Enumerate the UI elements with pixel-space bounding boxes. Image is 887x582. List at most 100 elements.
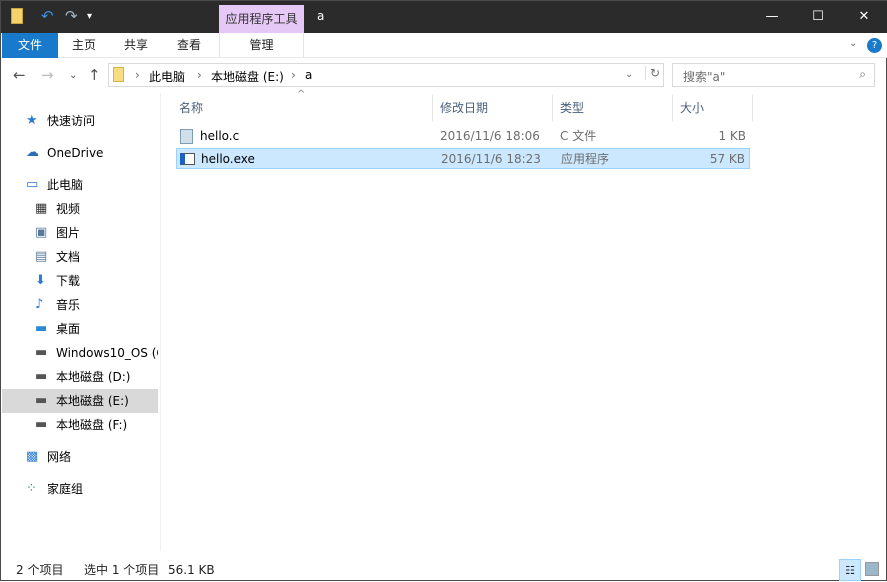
redo-icon[interactable]: ↷ xyxy=(65,7,78,25)
video-icon: ▦ xyxy=(35,201,48,216)
large-icons-view-icon[interactable] xyxy=(865,562,879,576)
up-icon[interactable]: ↑ xyxy=(88,66,101,84)
sidebar-item[interactable]: ⬇ 下载 xyxy=(2,269,158,293)
window-title: a xyxy=(317,9,325,23)
file-date: 2016/11/6 18:23 xyxy=(441,152,541,166)
maximize-button[interactable]: ☐ xyxy=(795,1,841,33)
computer-icon: ▭ xyxy=(26,177,39,192)
explorer-window: ↶ ↷ ▾ 应用程序工具 a — ☐ ✕ 文件 主页 共享 查看 管理 ⌄ ? … xyxy=(0,0,887,581)
title-bar: ↶ ↷ ▾ 应用程序工具 a — ☐ ✕ xyxy=(1,1,887,33)
sidebar-item[interactable]: ⁘ 家庭组 xyxy=(2,477,158,501)
text-file-icon xyxy=(180,129,193,144)
selection-count: 选中 1 个项目 xyxy=(84,563,160,577)
exe-file-icon xyxy=(180,153,195,165)
address-dropdown-icon[interactable]: ⌄ xyxy=(625,69,633,80)
sidebar-item-label: OneDrive xyxy=(47,146,104,160)
column-header-name[interactable]: 名称 xyxy=(175,95,433,121)
breadcrumb-this-pc[interactable]: 此电脑 xyxy=(149,68,185,85)
column-header-size[interactable]: 大小 xyxy=(676,95,753,121)
tab-file[interactable]: 文件 xyxy=(2,33,58,58)
column-header-date[interactable]: 修改日期 xyxy=(436,95,553,121)
desktop-icon: ▬ xyxy=(35,321,48,336)
sidebar-item-label: 音乐 xyxy=(56,298,81,312)
sidebar-item-label: 下载 xyxy=(56,274,81,288)
search-icon: ⌕ xyxy=(859,67,866,81)
drive-icon: ▬ xyxy=(35,345,48,360)
document-icon: ▤ xyxy=(35,249,48,264)
drive-icon: ▬ xyxy=(35,369,48,384)
sidebar-item-label: 本地磁盘 (F:) xyxy=(56,418,128,432)
file-size: 57 KB xyxy=(709,152,745,166)
file-row[interactable]: hello.exe 2016/11/6 18:23 应用程序 57 KB xyxy=(176,148,750,169)
file-size: 1 KB xyxy=(718,129,746,143)
context-tab-app-tools: 应用程序工具 xyxy=(219,5,304,33)
navigation-pane: ★ 快速访问 ☁ OneDrive ▭ 此电脑 ▦ 视频 ▣ 图片 ▤ 文档 ⬇ 下载 ♪ 音乐 ▬ 桌面 ▬ Win… xyxy=(1,93,161,551)
drive-icon: ▬ xyxy=(35,393,48,408)
file-date: 2016/11/6 18:06 xyxy=(440,129,540,143)
sidebar-item[interactable]: ▭ 此电脑 xyxy=(2,173,158,197)
selection-size: 56.1 KB xyxy=(168,563,215,577)
forward-icon[interactable]: → xyxy=(41,66,54,84)
recent-locations-icon[interactable]: ⌄ xyxy=(69,70,77,81)
help-icon[interactable]: ? xyxy=(867,38,882,53)
tab-view[interactable]: 查看 xyxy=(166,33,212,58)
item-count: 2 个项目 xyxy=(16,563,64,577)
sidebar-item-label: 文档 xyxy=(56,250,81,264)
sidebar-item-label: 本地磁盘 (E:) xyxy=(56,394,129,408)
file-name: hello.exe xyxy=(201,152,255,166)
music-icon: ♪ xyxy=(35,297,44,312)
cloud-icon: ☁ xyxy=(26,145,39,160)
customize-quick-access-icon[interactable]: ▾ xyxy=(87,11,92,22)
sidebar-item[interactable]: ▬ 桌面 xyxy=(2,317,158,341)
address-bar[interactable]: › 此电脑 › 本地磁盘 (E:) › a ⌄ ↻ xyxy=(108,63,664,87)
sidebar-item-label: 网络 xyxy=(47,450,72,464)
picture-icon: ▣ xyxy=(35,225,48,240)
sidebar-item[interactable]: ▬ 本地磁盘 (D:) xyxy=(2,365,158,389)
download-icon: ⬇ xyxy=(35,273,46,288)
status-bar: 2 个项目 选中 1 个项目 56.1 KB ☷ xyxy=(1,559,887,581)
sidebar-item[interactable]: ▬ 本地磁盘 (F:) xyxy=(2,413,158,437)
network-icon: ▩ xyxy=(26,449,39,464)
sidebar-item[interactable]: ♪ 音乐 xyxy=(2,293,158,317)
breadcrumb-drive-e[interactable]: 本地磁盘 (E:) xyxy=(211,68,284,85)
sidebar-item-label: 此电脑 xyxy=(47,178,84,192)
folder-icon xyxy=(11,8,23,24)
sidebar-item-label: 视频 xyxy=(56,202,81,216)
close-button[interactable]: ✕ xyxy=(841,1,887,33)
search-input[interactable]: 搜索"a" ⌕ xyxy=(672,63,875,87)
breadcrumb-a[interactable]: a xyxy=(305,68,312,82)
expand-ribbon-icon[interactable]: ⌄ xyxy=(849,38,857,49)
sidebar-item[interactable]: ▬ 本地磁盘 (E:) xyxy=(2,389,158,413)
undo-icon[interactable]: ↶ xyxy=(41,7,54,25)
details-view-icon[interactable]: ☷ xyxy=(839,559,861,581)
star-icon: ★ xyxy=(26,113,38,128)
sidebar-item[interactable]: ☁ OneDrive xyxy=(2,141,158,165)
tab-home[interactable]: 主页 xyxy=(61,33,107,58)
sidebar-item-label: 家庭组 xyxy=(47,482,84,496)
sidebar-item[interactable]: ▤ 文档 xyxy=(2,245,158,269)
sidebar-item[interactable]: ▦ 视频 xyxy=(2,197,158,221)
tab-manage[interactable]: 管理 xyxy=(219,33,304,58)
search-placeholder: 搜索"a" xyxy=(683,70,726,84)
drive-icon: ▬ xyxy=(35,417,48,432)
file-type: 应用程序 xyxy=(561,152,610,166)
sidebar-item-label: 桌面 xyxy=(56,322,81,336)
refresh-icon[interactable]: ↻ xyxy=(645,66,660,80)
sidebar-item[interactable]: ★ 快速访问 xyxy=(2,109,158,133)
sidebar-item-label: 快速访问 xyxy=(47,114,96,128)
ribbon-tabs: 文件 主页 共享 查看 管理 ⌄ ? xyxy=(1,33,887,58)
sidebar-item-label: 本地磁盘 (D:) xyxy=(56,370,131,384)
folder-icon xyxy=(113,67,124,82)
file-name: hello.c xyxy=(200,129,240,143)
sidebar-item[interactable]: ▩ 网络 xyxy=(2,445,158,469)
minimize-button[interactable]: — xyxy=(749,1,795,33)
tab-share[interactable]: 共享 xyxy=(113,33,159,58)
column-header-type[interactable]: 类型 xyxy=(556,95,673,121)
sidebar-item-label: 图片 xyxy=(56,226,81,240)
file-row[interactable]: hello.c 2016/11/6 18:06 C 文件 1 KB xyxy=(176,126,750,147)
sidebar-item[interactable]: ▣ 图片 xyxy=(2,221,158,245)
back-icon[interactable]: ← xyxy=(13,66,26,84)
file-type: C 文件 xyxy=(560,129,597,143)
homegroup-icon: ⁘ xyxy=(26,481,37,496)
sidebar-item[interactable]: ▬ Windows10_OS (C xyxy=(2,341,158,365)
